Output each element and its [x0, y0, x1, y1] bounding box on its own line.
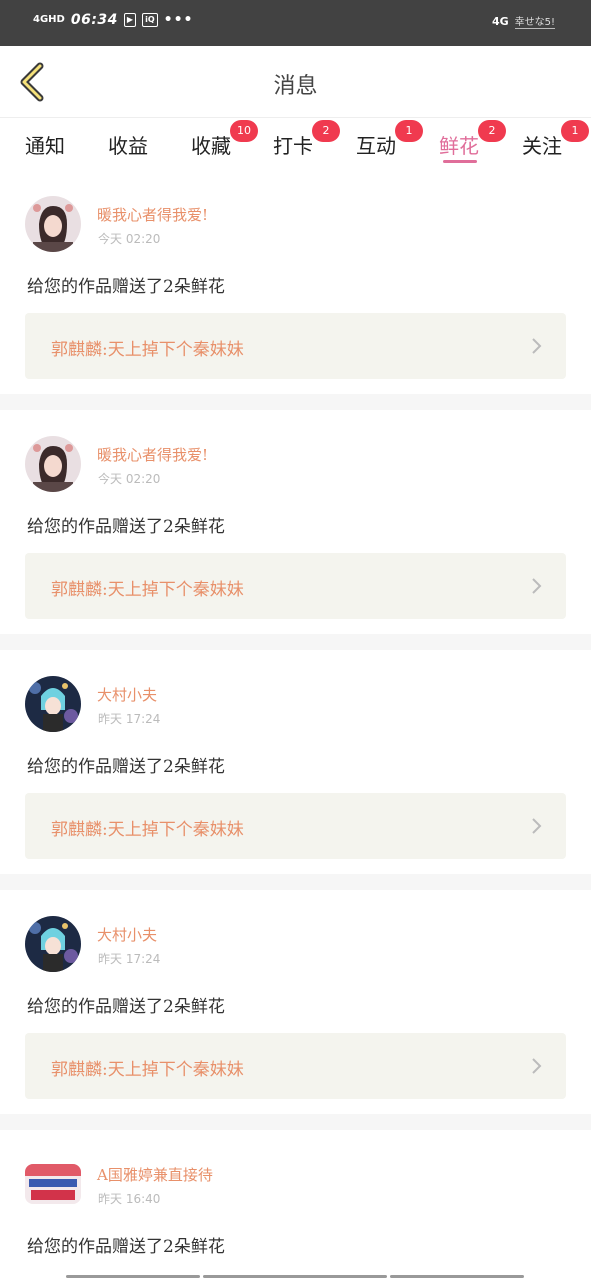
list-item[interactable]: 暖我心者得我爱! 今天 02:20 给您的作品赠送了2朵鲜花 郭麒麟:天上掉下个…	[0, 410, 591, 634]
tab-bar: 通知 收益 收藏 10 打卡 2 互动 1 鲜花 2 关注 1	[0, 118, 591, 170]
signal-label: 4G	[491, 14, 509, 28]
work-link[interactable]: 郭麒麟:天上掉下个秦妹妹	[25, 1033, 566, 1099]
tab-checkin[interactable]: 打卡 2	[273, 120, 340, 159]
message-text: 给您的作品赠送了2朵鲜花	[27, 277, 225, 297]
list-item[interactable]: 大村小夫 昨天 17:24 给您的作品赠送了2朵鲜花 郭麒麟:天上掉下个秦妹妹	[0, 650, 591, 874]
timestamp: 昨天 17:24	[98, 952, 161, 966]
header: 消息	[0, 46, 591, 118]
tab-label: 关注	[522, 134, 562, 158]
badge-favorites: 10	[230, 120, 258, 142]
work-title: 郭麒麟:天上掉下个秦妹妹	[51, 340, 244, 360]
avatar[interactable]	[25, 676, 81, 732]
message-text: 给您的作品赠送了2朵鲜花	[27, 757, 225, 777]
more-notifications: •••	[163, 12, 194, 28]
avatar[interactable]	[25, 1164, 81, 1204]
user-name[interactable]: 大村小夫	[97, 924, 157, 945]
user-name[interactable]: A国雅婷兼直接待	[97, 1164, 213, 1185]
tab-follows[interactable]: 关注 1	[522, 120, 589, 159]
timestamp: 昨天 17:24	[98, 712, 161, 726]
user-name[interactable]: 大村小夫	[97, 684, 157, 705]
page-title: 消息	[273, 74, 318, 99]
avatar-girl-image	[25, 196, 81, 252]
avatar-poster-image	[25, 1164, 81, 1204]
tab-earnings[interactable]: 收益	[108, 130, 148, 159]
avatar[interactable]	[25, 916, 81, 972]
status-left: 4GHD 06:34 ▶ iQ •••	[33, 12, 193, 28]
timestamp: 昨天 16:40	[98, 1192, 161, 1206]
status-bar: 4GHD 06:34 ▶ iQ ••• 4G 幸せな5!	[0, 0, 591, 46]
avatar[interactable]	[25, 196, 81, 252]
badge-interactions: 1	[395, 120, 423, 142]
tab-favorites[interactable]: 收藏 10	[191, 120, 258, 159]
clock: 06:34	[70, 12, 118, 28]
user-name[interactable]: 暖我心者得我爱!	[97, 204, 208, 225]
message-text: 给您的作品赠送了2朵鲜花	[27, 997, 225, 1017]
timestamp: 今天 02:20	[98, 472, 161, 486]
work-title: 郭麒麟:天上掉下个秦妹妹	[51, 820, 244, 840]
avatar[interactable]	[25, 436, 81, 492]
tab-label: 鲜花	[439, 134, 479, 158]
divider	[0, 1114, 591, 1130]
carrier-label: 幸せな5!	[514, 13, 555, 29]
chevron-right-icon	[532, 578, 542, 594]
indicator-segment	[390, 1275, 524, 1278]
avatar-girl-image	[25, 436, 81, 492]
divider	[0, 634, 591, 650]
avatar-anime-image	[25, 676, 81, 732]
work-link[interactable]: 郭麒麟:天上掉下个秦妹妹	[25, 793, 566, 859]
video-icon: ▶	[123, 13, 137, 27]
badge-follows: 1	[561, 120, 589, 142]
chevron-right-icon	[532, 338, 542, 354]
avatar-anime-image	[25, 916, 81, 972]
divider	[0, 394, 591, 410]
tab-label: 收藏	[191, 134, 231, 158]
active-tab-indicator	[443, 160, 477, 163]
timestamp: 今天 02:20	[98, 232, 161, 246]
divider	[0, 874, 591, 890]
chevron-right-icon	[532, 1058, 542, 1074]
chevron-right-icon	[532, 818, 542, 834]
work-title: 郭麒麟:天上掉下个秦妹妹	[51, 1060, 244, 1080]
list-item[interactable]: A国雅婷兼直接待 昨天 16:40 给您的作品赠送了2朵鲜花	[0, 1130, 591, 1280]
work-link[interactable]: 郭麒麟:天上掉下个秦妹妹	[25, 553, 566, 619]
message-text: 给您的作品赠送了2朵鲜花	[27, 1237, 225, 1257]
user-name[interactable]: 暖我心者得我爱!	[97, 444, 208, 465]
work-link[interactable]: 郭麒麟:天上掉下个秦妹妹	[25, 313, 566, 379]
badge-checkin: 2	[312, 120, 340, 142]
network-indicator: 4GHD	[33, 14, 65, 25]
scroll-indicator	[0, 1274, 591, 1280]
list-item[interactable]: 大村小夫 昨天 17:24 给您的作品赠送了2朵鲜花 郭麒麟:天上掉下个秦妹妹	[0, 890, 591, 1114]
indicator-segment	[203, 1275, 387, 1278]
tab-notifications[interactable]: 通知	[25, 130, 65, 159]
message-text: 给您的作品赠送了2朵鲜花	[27, 517, 225, 537]
status-right: 4G 幸せな5!	[492, 13, 555, 29]
badge-flowers: 2	[478, 120, 506, 142]
tab-interactions[interactable]: 互动 1	[356, 120, 423, 159]
tab-flowers[interactable]: 鲜花 2	[439, 120, 506, 159]
indicator-segment	[66, 1275, 200, 1278]
tab-label: 通知	[25, 134, 65, 158]
tab-label: 互动	[356, 134, 396, 158]
work-title: 郭麒麟:天上掉下个秦妹妹	[51, 580, 244, 600]
tab-label: 打卡	[273, 134, 313, 158]
iqiyi-icon: iQ	[142, 13, 158, 27]
list-item[interactable]: 暖我心者得我爱! 今天 02:20 给您的作品赠送了2朵鲜花 郭麒麟:天上掉下个…	[0, 170, 591, 394]
tab-label: 收益	[108, 134, 148, 158]
